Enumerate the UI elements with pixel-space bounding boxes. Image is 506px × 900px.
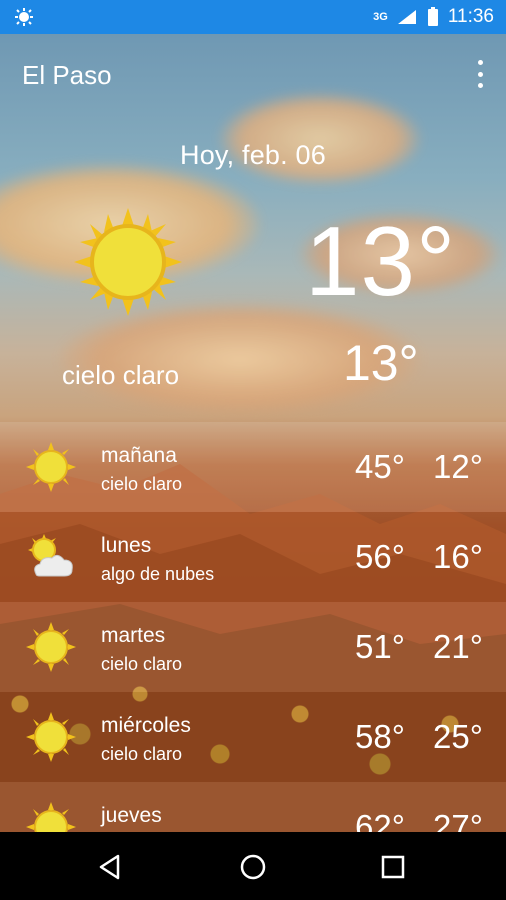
network-type: 3G bbox=[373, 11, 388, 23]
forecast-desc: cielo claro bbox=[101, 744, 183, 764]
home-icon bbox=[240, 854, 266, 880]
signal-icon bbox=[397, 10, 416, 24]
forecast-high: 51° bbox=[355, 628, 405, 665]
forecast-desc: cielo claro bbox=[101, 654, 183, 674]
forecast-desc: algo de nubes bbox=[101, 564, 215, 584]
forecast-day: lunes bbox=[101, 534, 152, 557]
sun-icon bbox=[74, 208, 182, 316]
sun-icon bbox=[26, 442, 76, 492]
forecast-row[interactable]: martes cielo claro 51° 21° bbox=[0, 602, 506, 692]
forecast-low: 25° bbox=[433, 718, 483, 755]
back-button[interactable] bbox=[90, 847, 130, 887]
home-button[interactable] bbox=[233, 847, 273, 887]
sun-icon bbox=[26, 622, 76, 672]
sun-icon bbox=[26, 712, 76, 762]
more-vert-icon[interactable] bbox=[476, 60, 484, 88]
forecast-high: 58° bbox=[355, 718, 405, 755]
forecast-high: 45° bbox=[355, 448, 405, 485]
city-title: El Paso bbox=[22, 60, 112, 90]
forecast-day: miércoles bbox=[101, 714, 191, 737]
status-time: 11:36 bbox=[447, 6, 494, 27]
battery-icon bbox=[427, 7, 438, 26]
forecast-row[interactable]: mañana cielo claro 45° 12° bbox=[0, 422, 506, 512]
forecast-list: mañana cielo claro 45° 12° lunes algo de… bbox=[0, 422, 506, 872]
forecast-row[interactable]: lunes algo de nubes 56° 16° bbox=[0, 512, 506, 602]
app-bar: El Paso bbox=[0, 48, 506, 104]
recent-apps-button[interactable] bbox=[373, 847, 413, 887]
back-icon bbox=[99, 854, 120, 880]
forecast-day: mañana bbox=[101, 444, 177, 467]
recent-apps-icon bbox=[381, 855, 405, 879]
today-date: Hoy, feb. 06 bbox=[180, 140, 326, 170]
status-bar: 3G 11:36 bbox=[0, 0, 506, 34]
forecast-row[interactable]: miércoles cielo claro 58° 25° bbox=[0, 692, 506, 782]
sun-cloud-icon bbox=[28, 534, 73, 577]
sun-status-icon bbox=[15, 8, 33, 26]
forecast-low: 12° bbox=[433, 448, 483, 485]
current-temp: 13° bbox=[305, 206, 457, 316]
status-right: 3G 11:36 bbox=[373, 6, 494, 28]
current-desc: cielo claro bbox=[62, 360, 180, 390]
navigation-bar bbox=[0, 832, 506, 900]
forecast-high: 56° bbox=[355, 538, 405, 575]
current-temp-small: 13° bbox=[343, 335, 419, 391]
forecast-desc: cielo claro bbox=[101, 474, 183, 494]
forecast-low: 16° bbox=[433, 538, 483, 575]
forecast-low: 21° bbox=[433, 628, 483, 665]
forecast-day: jueves bbox=[101, 804, 162, 827]
forecast-day: martes bbox=[101, 624, 166, 647]
